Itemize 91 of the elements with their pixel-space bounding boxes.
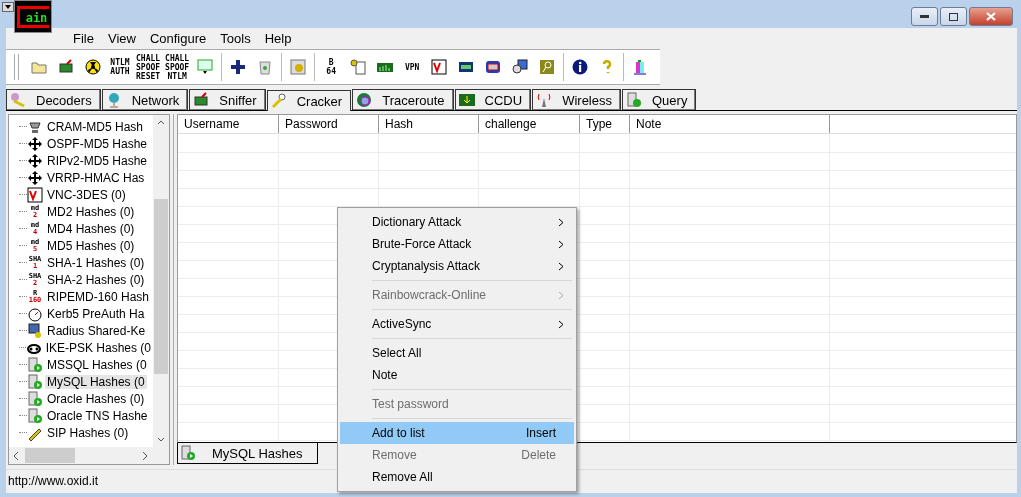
close-button[interactable] xyxy=(969,7,1013,26)
folder-icon xyxy=(31,59,47,75)
tree-item[interactable]: CRAM-MD5 Hash xyxy=(45,119,145,134)
tree-item[interactable]: SHA-2 Hashes (0) xyxy=(45,272,147,287)
tree-item[interactable]: Kerb5 PreAuth Ha xyxy=(45,306,147,321)
tree-item[interactable]: MD2 Hashes (0) xyxy=(45,204,137,219)
menu-item[interactable]: Cryptanalysis Attack xyxy=(340,255,574,277)
chart-icon xyxy=(458,92,475,108)
vnc-icon xyxy=(431,59,448,75)
server-icon xyxy=(626,92,642,108)
maximize-button[interactable] xyxy=(940,7,967,26)
board-icon xyxy=(458,59,475,75)
app-logo: ain xyxy=(14,0,52,33)
tab[interactable]: Decoders xyxy=(6,89,101,110)
column-header[interactable]: Type xyxy=(580,115,630,133)
system-menu-button[interactable] xyxy=(2,2,14,12)
toolbar-button[interactable]: B 64 xyxy=(319,53,344,81)
tree-item[interactable]: OSPF-MD5 Hashe xyxy=(45,136,150,151)
stopwatch-icon xyxy=(27,305,43,322)
network-card-icon xyxy=(193,92,210,108)
menu-item[interactable]: File xyxy=(66,30,101,46)
server-icon xyxy=(180,445,196,461)
menu-item[interactable]: Dictionary Attack xyxy=(340,211,574,233)
tab[interactable]: Query xyxy=(622,89,697,110)
menu-item[interactable]: Configure xyxy=(142,30,214,46)
bars-icon xyxy=(632,59,649,75)
tree-item[interactable]: MD4 Hashes (0) xyxy=(45,221,137,236)
caret-icon xyxy=(5,5,11,9)
horizontal-scrollbar[interactable] xyxy=(9,447,169,464)
tab[interactable]: Network xyxy=(101,89,189,110)
menu-item[interactable]: ActiveSync xyxy=(340,313,574,335)
tree-item[interactable]: RIPv2-MD5 Hashe xyxy=(45,153,150,168)
arrows-icon xyxy=(27,169,43,186)
toolbar-button[interactable]: CHALL SPOOF NTLM xyxy=(164,53,191,81)
tab[interactable]: Sniffer xyxy=(189,89,266,110)
tab[interactable]: Wireless xyxy=(532,89,621,110)
toolbar-button[interactable]: CHALL SPOOF RESET xyxy=(135,53,162,81)
tab[interactable]: Cracker xyxy=(266,90,352,111)
tab[interactable]: Traceroute xyxy=(352,89,454,110)
status-text: http://www.oxid.it xyxy=(8,474,99,488)
minimize-icon xyxy=(920,15,929,18)
column-header[interactable]: Note xyxy=(630,115,830,133)
tree-item[interactable]: IKE-PSK Hashes (0 xyxy=(43,340,153,355)
computers-icon xyxy=(512,59,529,75)
menu-item[interactable]: View xyxy=(100,30,143,46)
tree-item[interactable]: Radius Shared-Ke xyxy=(45,323,148,338)
menu-item[interactable]: Select All xyxy=(340,342,574,364)
maximize-icon xyxy=(949,12,958,21)
menu-item[interactable]: Add to list Insert xyxy=(340,422,574,444)
tree-item[interactable]: Oracle TNS Hashe xyxy=(45,408,150,423)
toolbar-button[interactable]: NTLM AUTH xyxy=(108,53,132,81)
arrows-icon xyxy=(27,152,43,169)
tree-item[interactable]: VRRP-HMAC Has xyxy=(45,170,147,185)
list-tab[interactable]: MySQL Hashes xyxy=(177,443,318,464)
network-card-icon xyxy=(58,59,74,75)
minimize-button[interactable] xyxy=(911,7,938,26)
toolbar-button[interactable]: VPN xyxy=(400,53,425,81)
tree-item[interactable]: SHA-1 Hashes (0) xyxy=(45,255,147,270)
server-icon xyxy=(27,373,43,390)
column-header[interactable]: Password xyxy=(279,115,379,133)
arrows-icon xyxy=(27,135,43,152)
tree-item[interactable]: MSSQL Hashes (0 xyxy=(45,357,149,372)
plus-icon xyxy=(230,59,247,75)
server-icon xyxy=(27,356,43,373)
tree-item[interactable]: SIP Hashes (0) xyxy=(45,425,131,440)
screen-icon xyxy=(485,59,502,75)
tab[interactable]: CCDU xyxy=(454,89,532,110)
menu-item[interactable]: Remove All xyxy=(340,466,574,488)
menu-item[interactable]: Brute-Force Attack xyxy=(340,233,574,255)
server-icon xyxy=(27,390,43,407)
column-header[interactable]: Username xyxy=(178,115,279,133)
tree-item[interactable]: RIPEMD-160 Hash xyxy=(45,289,152,304)
tree-item[interactable]: MD5 Hashes (0) xyxy=(45,238,137,253)
vnc-icon xyxy=(27,186,43,203)
tree-item[interactable]: VNC-3DES (0) xyxy=(45,187,128,202)
monitor-icon xyxy=(197,59,214,75)
gear-icon xyxy=(290,59,307,75)
recycle-bin-icon xyxy=(257,59,274,75)
menu-item[interactable]: Note xyxy=(340,364,574,386)
radiation-icon xyxy=(85,59,101,75)
menu-item[interactable]: Help xyxy=(257,30,299,46)
antenna-icon xyxy=(536,92,553,108)
menu-item[interactable]: Tools xyxy=(213,30,258,46)
tree-item[interactable]: Oracle Hashes (0) xyxy=(45,391,147,406)
close-icon xyxy=(986,12,996,21)
vertical-scrollbar[interactable] xyxy=(153,115,169,447)
tree-item[interactable]: MySQL Hashes (0 xyxy=(45,374,147,389)
column-header[interactable]: challenge xyxy=(479,115,580,133)
column-header[interactable]: Hash xyxy=(379,115,479,133)
server-icon xyxy=(27,407,43,424)
info-icon xyxy=(572,59,589,75)
